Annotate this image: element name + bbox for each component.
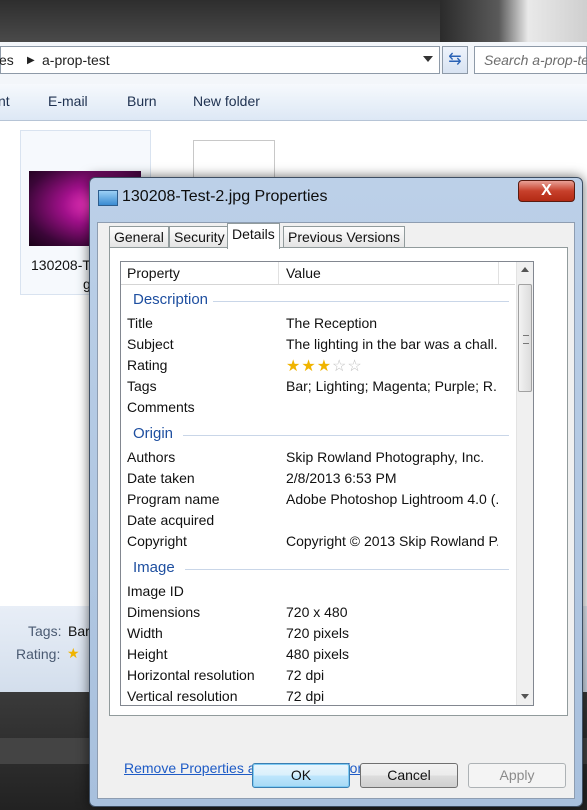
- property-name: Height: [127, 646, 168, 662]
- property-name: Vertical resolution: [127, 688, 238, 704]
- tab-general[interactable]: General: [109, 226, 169, 247]
- property-value[interactable]: 72 dpi: [286, 688, 498, 704]
- property-name: Title: [127, 315, 153, 331]
- property-name: Authors: [127, 449, 176, 465]
- property-value[interactable]: 720 pixels: [286, 625, 498, 641]
- toolbar-item-burn[interactable]: Burn: [127, 93, 157, 109]
- property-value[interactable]: Bar; Lighting; Magenta; Purple; R...: [286, 378, 498, 394]
- details-tags-value[interactable]: Bar: [68, 623, 90, 639]
- details-rating-label: Rating:: [16, 646, 61, 662]
- breadcrumb-parent[interactable]: es: [0, 52, 14, 68]
- breadcrumb-arrow-icon[interactable]: ▶: [27, 55, 35, 66]
- group-header-origin: Origin: [133, 425, 174, 442]
- details-rating-star-icon[interactable]: ★: [67, 645, 80, 662]
- dialog-title: 130208-Test-2.jpg Properties: [122, 188, 328, 205]
- property-row[interactable]: Image ID: [121, 581, 515, 602]
- apply-button[interactable]: Apply: [468, 763, 566, 788]
- property-name: Date acquired: [127, 512, 215, 528]
- property-value[interactable]: 480 pixels: [286, 646, 498, 662]
- property-row[interactable]: Title The Reception: [121, 313, 515, 334]
- address-dropdown-icon[interactable]: [423, 56, 433, 62]
- tab-details[interactable]: Details: [227, 223, 280, 249]
- property-name: Tags: [127, 378, 157, 394]
- property-value[interactable]: 720 x 480: [286, 604, 498, 620]
- toolbar-item-email[interactable]: E-mail: [48, 93, 88, 109]
- column-divider[interactable]: [498, 262, 499, 284]
- group-header-description: Description: [133, 291, 209, 308]
- star-filled-icon[interactable]: ★: [301, 358, 316, 375]
- group-divider: [185, 569, 509, 570]
- property-row[interactable]: Program name Adobe Photoshop Lightroom 4.…: [121, 489, 515, 510]
- property-name: Rating: [127, 357, 168, 373]
- scrollbar-grip-icon: [523, 335, 529, 344]
- property-value[interactable]: 72 dpi: [286, 667, 498, 683]
- property-value[interactable]: Skip Rowland Photography, Inc.: [286, 449, 498, 465]
- search-placeholder: Search a-prop-te: [484, 52, 587, 68]
- property-row[interactable]: Tags Bar; Lighting; Magenta; Purple; R...: [121, 376, 515, 397]
- breadcrumb-current[interactable]: a-prop-test: [42, 52, 110, 68]
- explorer-toolbar: nt E-mail Burn New folder: [0, 84, 587, 121]
- group-divider: [213, 301, 509, 302]
- star-filled-icon[interactable]: ★: [286, 358, 301, 375]
- property-value[interactable]: Copyright © 2013 Skip Rowland P...: [286, 533, 498, 549]
- property-name: Horizontal resolution: [127, 667, 255, 683]
- group-header-image: Image: [133, 559, 175, 576]
- properties-dialog: 130208-Test-2.jpg Properties X General S…: [89, 177, 583, 807]
- property-row[interactable]: Vertical resolution 72 dpi: [121, 686, 515, 705]
- property-row[interactable]: Authors Skip Rowland Photography, Inc.: [121, 447, 515, 468]
- property-row[interactable]: Copyright Copyright © 2013 Skip Rowland P…: [121, 531, 515, 552]
- toolbar-item-print[interactable]: nt: [0, 93, 10, 109]
- property-name: Date taken: [127, 470, 195, 486]
- search-input[interactable]: Search a-prop-te: [474, 46, 587, 74]
- scrollbar-thumb[interactable]: [518, 284, 532, 392]
- tab-previous-versions[interactable]: Previous Versions: [283, 226, 406, 247]
- scroll-down-arrow-icon[interactable]: [521, 694, 529, 699]
- list-header: Property Value: [121, 262, 515, 285]
- image-file-icon: [98, 190, 118, 206]
- property-name: Width: [127, 625, 163, 641]
- vertical-scrollbar[interactable]: [516, 262, 533, 705]
- toolbar-item-new-folder[interactable]: New folder: [193, 93, 260, 109]
- property-row[interactable]: Height 480 pixels: [121, 644, 515, 665]
- property-row[interactable]: Width 720 pixels: [121, 623, 515, 644]
- property-name: Copyright: [127, 533, 187, 549]
- property-value[interactable]: Adobe Photoshop Lightroom 4.0 (...: [286, 491, 498, 507]
- property-value[interactable]: The lighting in the bar was a chall...: [286, 336, 498, 352]
- property-name: Program name: [127, 491, 220, 507]
- property-row[interactable]: Subject The lighting in the bar was a cha…: [121, 334, 515, 355]
- property-row[interactable]: Horizontal resolution 72 dpi: [121, 665, 515, 686]
- refresh-icon[interactable]: ⇆: [442, 46, 468, 74]
- star-empty-icon[interactable]: ☆: [332, 358, 347, 375]
- property-value[interactable]: 2/8/2013 6:53 PM: [286, 470, 498, 486]
- property-value[interactable]: The Reception: [286, 315, 498, 331]
- property-row[interactable]: Date taken 2/8/2013 6:53 PM: [121, 468, 515, 489]
- property-list[interactable]: Property Value Description Title The Rece…: [120, 261, 534, 706]
- close-button[interactable]: X: [518, 180, 575, 202]
- rating-stars[interactable]: ★★★☆☆: [286, 356, 363, 376]
- ok-button[interactable]: OK: [252, 763, 350, 788]
- property-name: Image ID: [127, 583, 184, 599]
- star-filled-icon[interactable]: ★: [317, 358, 332, 375]
- property-row[interactable]: Date acquired: [121, 510, 515, 531]
- property-row[interactable]: Comments: [121, 397, 515, 418]
- details-tags-label: Tags:: [28, 623, 62, 639]
- column-divider[interactable]: [278, 262, 279, 284]
- column-header-property[interactable]: Property: [127, 265, 180, 281]
- property-name: Subject: [127, 336, 174, 352]
- address-bar[interactable]: es ▶ a-prop-test: [0, 46, 440, 74]
- property-row[interactable]: Rating ★★★☆☆: [121, 355, 515, 376]
- dialog-client-area: General Security Details Previous Versio…: [97, 222, 575, 799]
- star-empty-icon[interactable]: ☆: [347, 358, 362, 375]
- property-row[interactable]: Dimensions 720 x 480: [121, 602, 515, 623]
- tab-security[interactable]: Security: [169, 226, 230, 247]
- group-divider: [183, 435, 509, 436]
- background-window-glass: [440, 0, 587, 42]
- property-name: Comments: [127, 399, 195, 415]
- column-header-value[interactable]: Value: [286, 265, 321, 281]
- cancel-button[interactable]: Cancel: [360, 763, 458, 788]
- property-name: Dimensions: [127, 604, 201, 620]
- scroll-up-arrow-icon[interactable]: [521, 267, 529, 272]
